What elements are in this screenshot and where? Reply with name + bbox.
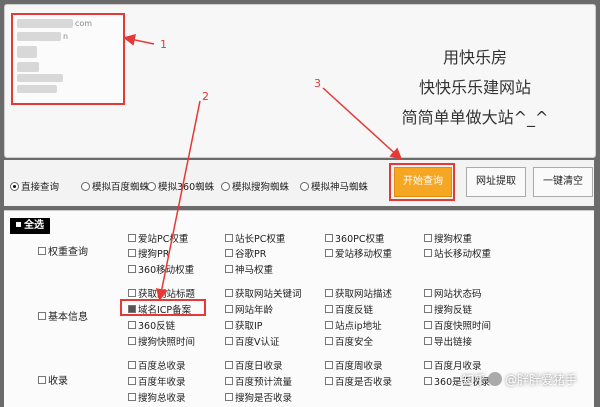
annotation-number-3: 3 (314, 77, 321, 90)
arrow-to-domain-box (123, 34, 155, 46)
annotation-number-2: 2 (202, 90, 209, 103)
arrow-to-start-button (322, 87, 403, 161)
annotation-number-1: 1 (160, 38, 167, 51)
author-avatar-icon (488, 372, 503, 386)
watermark: 知乎 @胖胖爱猪手 (462, 372, 578, 387)
annotation-arrows (123, 34, 403, 301)
arrow-to-icp-option (155, 100, 201, 301)
